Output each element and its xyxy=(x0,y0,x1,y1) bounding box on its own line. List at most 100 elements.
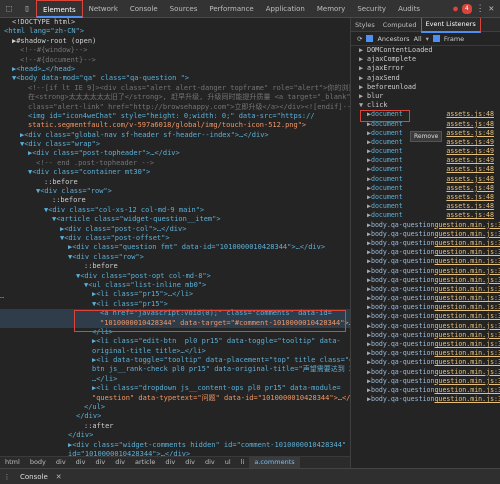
listener-source-link[interactable]: question.min.js:3 xyxy=(435,267,500,276)
error-count-badge[interactable]: 4 xyxy=(461,3,472,14)
breadcrumb-item[interactable]: article xyxy=(130,457,160,468)
dom-node-line[interactable]: …</li> xyxy=(0,375,350,384)
dom-node-line[interactable]: ▼<div class="col-xs-12 col-md-9 main"> xyxy=(0,206,350,215)
listener-source-link[interactable]: assets.js:48 xyxy=(446,129,500,138)
dom-node-line[interactable]: ▼<div class="container mt30"> xyxy=(0,168,350,177)
listener-source-link[interactable]: question.min.js:3 xyxy=(435,349,500,358)
warning-icon[interactable]: ● xyxy=(453,4,458,13)
dom-node-line[interactable]: <!--#{document}--> xyxy=(0,56,350,65)
breadcrumb-item[interactable]: div xyxy=(51,457,71,468)
listener-source-link[interactable]: question.min.js:3 xyxy=(435,368,500,377)
dom-node-line[interactable]: ▼<body data-mod="qa" class="qa-question … xyxy=(0,74,350,83)
tab-application[interactable]: Application xyxy=(260,0,311,18)
dom-node-line[interactable]: <!--#{window}--> xyxy=(0,46,350,55)
listener-row[interactable]: ▶ body.qa-question question.min.js:3 xyxy=(351,368,500,377)
listener-source-link[interactable]: question.min.js:3 xyxy=(435,340,500,349)
dom-node-line[interactable]: <!DOCTYPE html> xyxy=(0,18,350,27)
breadcrumb-item[interactable]: li xyxy=(236,457,250,468)
listener-row[interactable]: ▶ body.qa-question question.min.js:3 xyxy=(351,377,500,386)
inspect-icon[interactable]: ⬚ xyxy=(0,0,18,18)
listener-row[interactable]: ▶ document assets.js:49 xyxy=(351,156,500,165)
listener-source-link[interactable]: assets.js:49 xyxy=(446,138,500,147)
listener-row[interactable]: ▶ document assets.js:48 xyxy=(351,110,500,119)
dom-node-line[interactable]: <a href="javascript:void(0);" class="com… xyxy=(0,309,350,319)
tab-elements[interactable]: Elements xyxy=(36,0,83,18)
listener-source-link[interactable]: question.min.js:3 xyxy=(435,294,500,303)
listener-row[interactable]: ▶ body.qa-question question.min.js:3 xyxy=(351,322,500,331)
listener-row[interactable]: ▶ body.qa-question question.min.js:3 xyxy=(351,294,500,303)
breadcrumb-item[interactable]: a.comments xyxy=(249,457,300,468)
dom-node-line[interactable]: ▼<li class="pr15"> xyxy=(0,300,350,309)
dom-node-line[interactable]: </div> xyxy=(0,412,350,421)
dom-node-line[interactable]: class="alert-link" href="http://browseha… xyxy=(0,103,350,112)
breadcrumb-item[interactable]: ul xyxy=(220,457,236,468)
listener-source-link[interactable]: assets.js:48 xyxy=(446,110,500,119)
listener-source-link[interactable]: question.min.js:3 xyxy=(435,230,500,239)
tab-console[interactable]: Console xyxy=(124,0,164,18)
listener-row[interactable]: ▶ body.qa-question question.min.js:3 xyxy=(351,276,500,285)
tab-memory[interactable]: Memory xyxy=(311,0,351,18)
listener-source-link[interactable]: assets.js:48 xyxy=(446,184,500,193)
listener-source-link[interactable]: assets.js:48 xyxy=(446,211,500,220)
listener-source-link[interactable]: question.min.js:3 xyxy=(435,377,500,386)
tab-performance[interactable]: Performance xyxy=(203,0,259,18)
listener-row[interactable]: ▶ document assets.js:48 xyxy=(351,211,500,220)
listener-source-link[interactable]: assets.js:48 xyxy=(446,202,500,211)
dom-node-line[interactable]: ▼<div class="wrap"> xyxy=(0,140,350,149)
event-type-row-click[interactable]: ▼ click xyxy=(351,101,500,110)
listener-row[interactable]: ▶ body.qa-question question.min.js:3 xyxy=(351,340,500,349)
listener-row[interactable]: ▶ body.qa-question question.min.js:3 xyxy=(351,386,500,395)
dom-node-line[interactable]: <!--[if lt IE 9]><div class="alert alert… xyxy=(0,84,350,93)
dom-node-line[interactable]: ▼<div class="post-offset"> xyxy=(0,234,350,243)
breadcrumb-item[interactable]: body xyxy=(25,457,51,468)
close-icon[interactable]: ✕ xyxy=(56,473,62,481)
dom-node-line[interactable]: ::after xyxy=(0,422,350,431)
listener-source-link[interactable]: assets.js:48 xyxy=(446,193,500,202)
listener-source-link[interactable]: assets.js:48 xyxy=(446,120,500,129)
dom-node-line[interactable]: ▶<div class="post-topheader">…</div> xyxy=(0,149,350,158)
dom-node-line[interactable]: "1010000010428344" data-target="#comment… xyxy=(0,318,350,328)
breadcrumb-item[interactable]: div xyxy=(180,457,200,468)
listener-source-link[interactable]: assets.js:49 xyxy=(446,156,500,165)
dom-node-line[interactable]: ▼<ul class="list-inline mb0"> xyxy=(0,281,350,290)
expand-arrow-icon[interactable]: ▶ xyxy=(359,55,367,64)
dom-node-line[interactable]: ▶<div class="post-col">…</div> xyxy=(0,225,350,234)
chevron-down-icon[interactable]: ▾ xyxy=(426,35,429,43)
listener-source-link[interactable]: assets.js:48 xyxy=(446,165,500,174)
breadcrumb-item[interactable]: div xyxy=(200,457,220,468)
dom-node-line[interactable]: static.segmentfault.com/v-597a6018/globa… xyxy=(0,121,350,130)
expand-arrow-icon[interactable]: ▶ xyxy=(359,64,367,73)
expand-arrow-icon[interactable]: ▶ xyxy=(359,83,367,92)
dom-node-line[interactable]: ▶<div class="widget-comments hidden" id=… xyxy=(0,441,350,450)
listener-source-link[interactable]: question.min.js:3 xyxy=(435,331,500,340)
listener-row[interactable]: ▶ body.qa-question question.min.js:3 xyxy=(351,303,500,312)
listener-row[interactable]: ▶ body.qa-question question.min.js:3 xyxy=(351,395,500,404)
listener-source-link[interactable]: question.min.js:3 xyxy=(435,257,500,266)
subtab-event-listeners[interactable]: Event Listeners xyxy=(420,18,481,33)
listener-row[interactable]: ▶ document assets.js:48 xyxy=(351,120,500,129)
listener-source-link[interactable]: question.min.js:3 xyxy=(435,239,500,248)
subtab-computed[interactable]: Computed xyxy=(379,18,421,32)
close-icon[interactable]: ✕ xyxy=(489,4,494,14)
event-type-row[interactable]: ▶ ajaxSend xyxy=(351,74,500,83)
listener-row[interactable]: ▶ body.qa-question question.min.js:3 xyxy=(351,312,500,321)
dom-node-line[interactable]: ▶<li data-toggle="tooltip" data-placemen… xyxy=(0,356,350,365)
dom-node-line[interactable]: </ul> xyxy=(0,403,350,412)
tab-network[interactable]: Network xyxy=(83,0,124,18)
listener-source-link[interactable]: question.min.js:3 xyxy=(435,285,500,294)
tab-sources[interactable]: Sources xyxy=(164,0,204,18)
listener-source-link[interactable]: question.min.js:3 xyxy=(435,322,500,331)
dom-node-line[interactable]: <html lang="zh-CN"> xyxy=(0,27,350,36)
listener-source-link[interactable]: question.min.js:3 xyxy=(435,358,500,367)
framework-listeners-checkbox[interactable] xyxy=(432,35,440,42)
event-type-row[interactable]: ▶ DOMContentLoaded xyxy=(351,46,500,55)
dom-node-line[interactable]: ▶<div class="global-nav sf-header sf-hea… xyxy=(0,131,350,140)
drawer-tab-console[interactable]: Console xyxy=(14,473,54,481)
event-type-row[interactable]: ▶ blur xyxy=(351,92,500,101)
listener-row[interactable]: ▶ body.qa-question question.min.js:3 xyxy=(351,267,500,276)
dom-node-line[interactable]: ::before xyxy=(0,178,350,187)
breadcrumb-item[interactable]: div xyxy=(160,457,180,468)
subtab-styles[interactable]: Styles xyxy=(351,18,379,32)
breadcrumb-item[interactable]: div xyxy=(90,457,110,468)
breadcrumb-item[interactable]: div xyxy=(110,457,130,468)
